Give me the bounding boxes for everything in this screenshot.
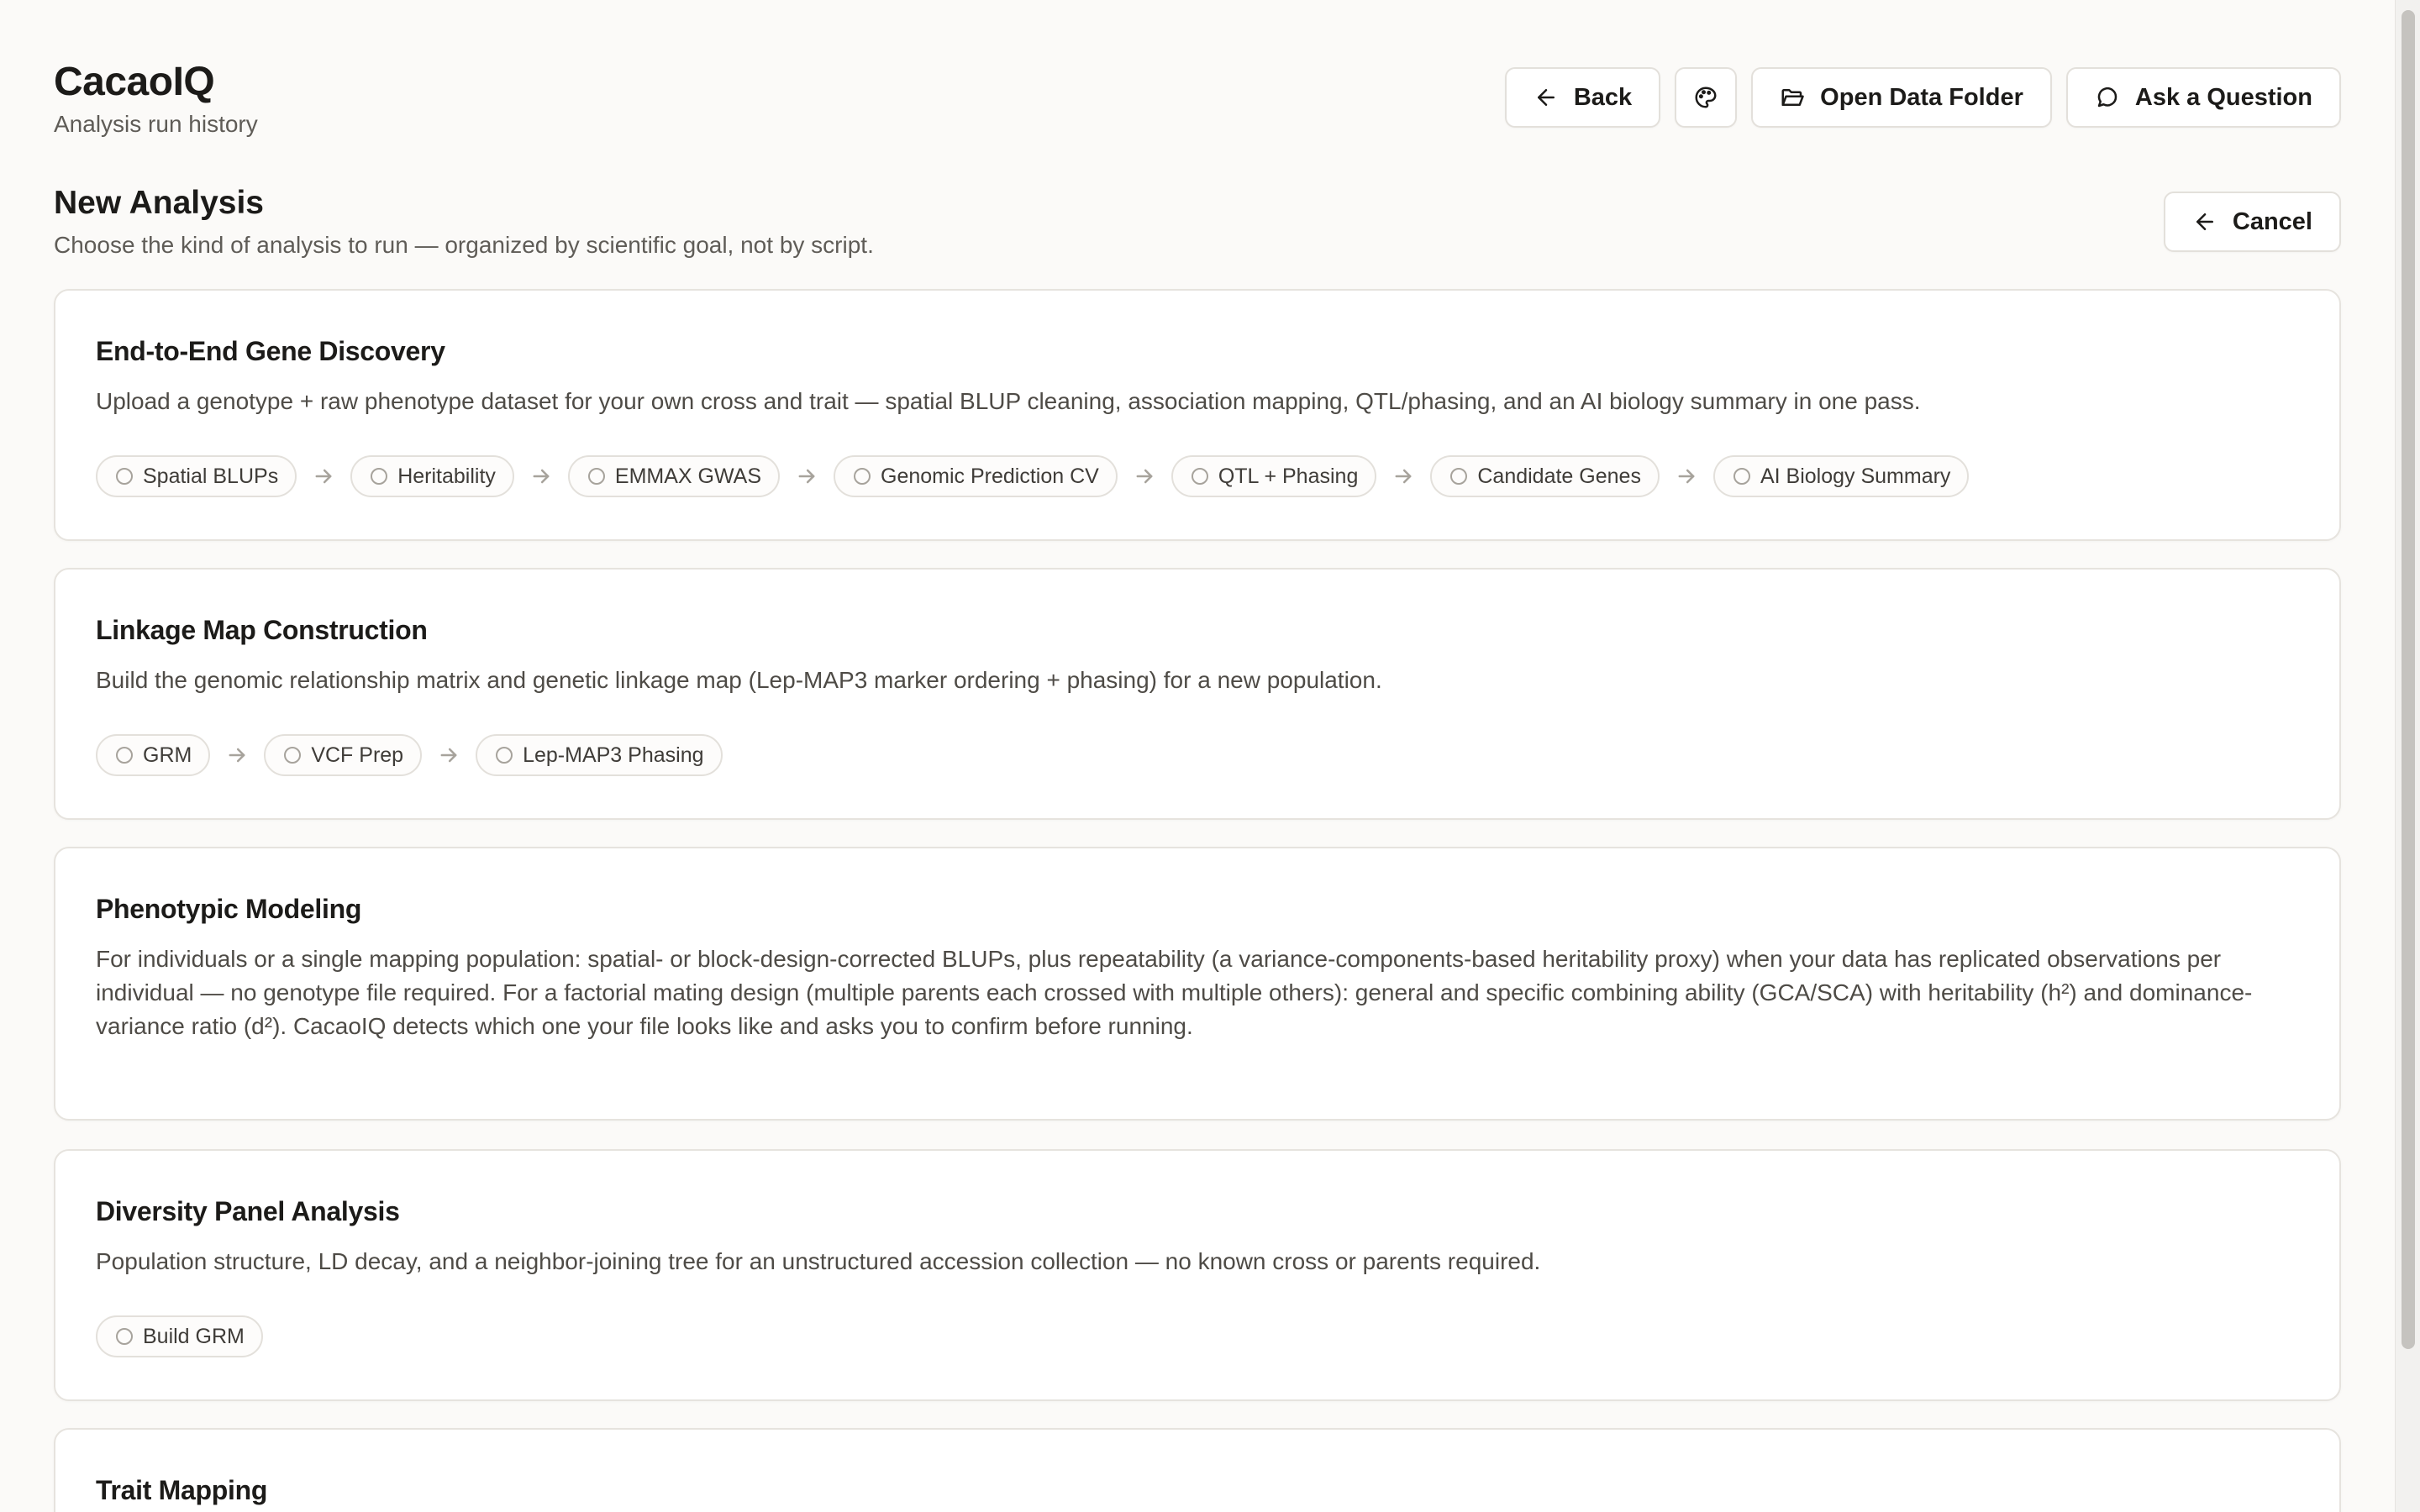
arrow-right-icon — [218, 743, 255, 767]
arrow-right-icon — [523, 465, 560, 488]
arrow-right-icon — [430, 743, 467, 767]
step-chip: AI Biology Summary — [1712, 455, 1970, 497]
card-title: Trait Mapping — [96, 1475, 268, 1505]
circle-icon — [496, 747, 513, 764]
arrow-right-icon — [305, 465, 342, 488]
circle-icon — [371, 468, 388, 485]
app-subtitle: Analysis run history — [54, 111, 258, 137]
circle-icon — [587, 468, 605, 485]
step-label: Lep-MAP3 Phasing — [523, 743, 704, 767]
folder-open-icon — [1781, 89, 1804, 106]
card-description: For individuals or a single mapping popu… — [96, 946, 2253, 1039]
step-chip: Heritability — [350, 455, 514, 497]
circle-icon — [854, 468, 871, 485]
arrow-right-icon — [1385, 465, 1422, 488]
analysis-card-trait-mapping[interactable]: Trait Mapping — [54, 1428, 2341, 1512]
palette-icon — [1695, 87, 1717, 108]
arrow-left-icon — [2196, 213, 2213, 230]
circle-icon — [116, 747, 133, 764]
ask-question-button[interactable]: Ask a Question — [2065, 67, 2341, 128]
step-chip: VCF Prep — [264, 734, 423, 776]
circle-icon — [284, 747, 302, 764]
card-title: Phenotypic Modeling — [96, 894, 362, 924]
ask-question-label: Ask a Question — [2134, 83, 2312, 111]
cancel-button[interactable]: Cancel — [2163, 192, 2341, 252]
open-data-folder-label: Open Data Folder — [1820, 83, 2023, 111]
step-label: QTL + Phasing — [1218, 464, 1359, 488]
header-toolbar: Back Open Data Folder Ask a Question — [1504, 67, 2341, 128]
analysis-card-linkage-map[interactable]: Linkage Map Construction Build the genom… — [54, 568, 2341, 820]
cancel-label: Cancel — [2232, 207, 2312, 235]
step-label: Candidate Genes — [1477, 464, 1641, 488]
analysis-card-gene-discovery[interactable]: End-to-End Gene Discovery Upload a genot… — [54, 289, 2341, 541]
card-description: Upload a genotype + raw phenotype datase… — [96, 388, 1921, 414]
step-label: Spatial BLUPs — [143, 464, 279, 488]
pipeline-steps: GRM VCF Prep Lep-MAP3 Phasing — [96, 734, 723, 776]
section-subtitle: Choose the kind of analysis to run — org… — [54, 232, 874, 258]
card-title: Linkage Map Construction — [96, 615, 428, 645]
circle-icon — [116, 1328, 133, 1345]
scrollbar-thumb[interactable] — [2402, 10, 2415, 1349]
card-description: Build the genomic relationship matrix an… — [96, 667, 1382, 693]
arrow-right-icon — [788, 465, 825, 488]
step-label: AI Biology Summary — [1760, 464, 1951, 488]
circle-icon — [116, 468, 133, 485]
step-label: EMMAX GWAS — [614, 464, 761, 488]
card-title: Diversity Panel Analysis — [96, 1196, 400, 1226]
back-label: Back — [1573, 83, 1633, 111]
pipeline-steps: Spatial BLUPs Heritability EMMAX GWAS Ge… — [96, 455, 1970, 497]
section-title: New Analysis — [54, 185, 264, 221]
step-chip: EMMAX GWAS — [567, 455, 780, 497]
analysis-card-phenotypic-modeling[interactable]: Phenotypic Modeling For individuals or a… — [54, 847, 2341, 1121]
step-label: Genomic Prediction CV — [881, 464, 1099, 488]
card-description: Population structure, LD decay, and a ne… — [96, 1248, 1541, 1274]
circle-icon — [1733, 468, 1750, 485]
step-chip: GRM — [96, 734, 211, 776]
circle-icon — [1191, 468, 1208, 485]
step-label: GRM — [143, 743, 192, 767]
open-data-folder-button[interactable]: Open Data Folder — [1751, 67, 2052, 128]
step-chip: Build GRM — [96, 1315, 263, 1357]
arrow-right-icon — [1126, 465, 1163, 488]
step-label: VCF Prep — [311, 743, 404, 767]
step-label: Heritability — [397, 464, 496, 488]
circle-icon — [1450, 468, 1468, 485]
app-title: CacaoIQ — [54, 60, 215, 104]
card-title: End-to-End Gene Discovery — [96, 336, 445, 366]
scrollbar-track[interactable] — [2395, 0, 2420, 1512]
back-button[interactable]: Back — [1504, 67, 1661, 128]
step-chip: QTL + Phasing — [1171, 455, 1377, 497]
step-chip: Lep-MAP3 Phasing — [476, 734, 723, 776]
arrow-left-icon — [1537, 89, 1555, 106]
theme-button[interactable] — [1675, 67, 1738, 128]
analysis-card-diversity-panel[interactable]: Diversity Panel Analysis Population stru… — [54, 1149, 2341, 1401]
step-label: Build GRM — [143, 1324, 245, 1348]
pipeline-steps: Build GRM — [96, 1315, 263, 1357]
message-circle-icon — [2097, 87, 2118, 108]
page: CacaoIQ Analysis run history Back Open D… — [0, 0, 2420, 1512]
step-chip: Genomic Prediction CV — [834, 455, 1118, 497]
step-chip: Candidate Genes — [1430, 455, 1660, 497]
arrow-right-icon — [1668, 465, 1705, 488]
step-chip: Spatial BLUPs — [96, 455, 297, 497]
